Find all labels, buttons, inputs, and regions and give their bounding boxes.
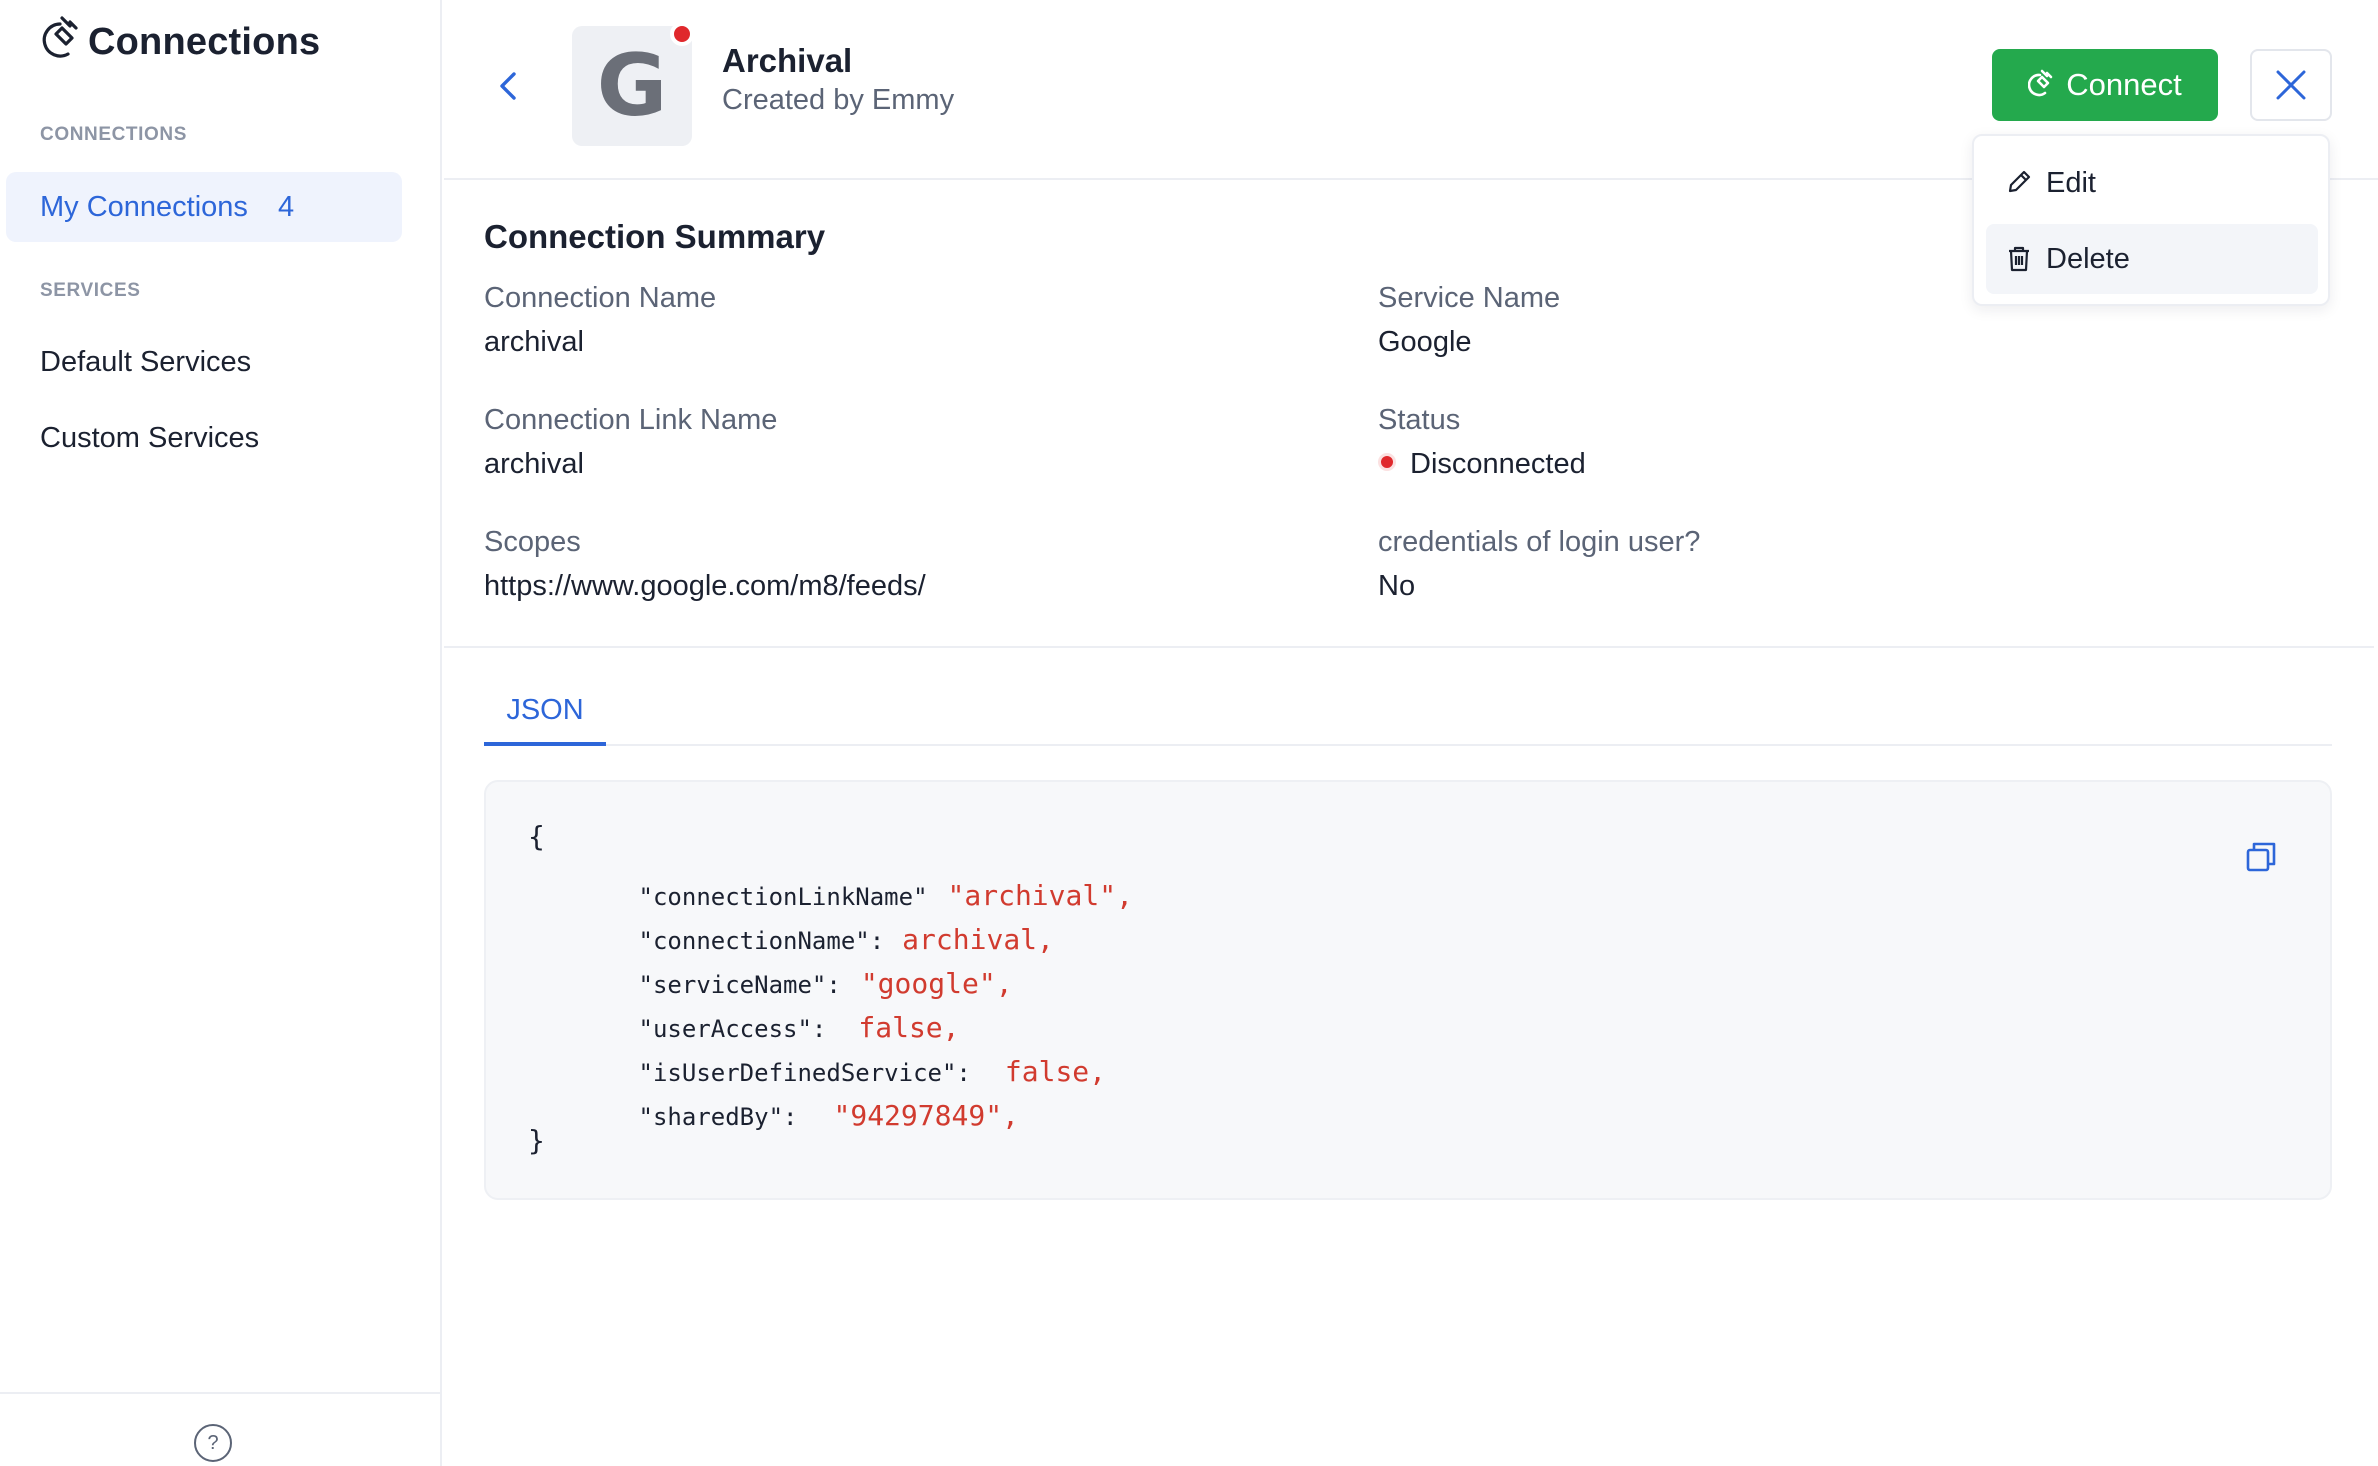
- service-name-value: Google: [1378, 326, 1472, 358]
- scopes-label: Scopes: [484, 526, 581, 558]
- credentials-label: credentials of login user?: [1378, 526, 1701, 558]
- plug-icon: [42, 16, 78, 58]
- status-text: Disconnected: [1410, 448, 1586, 480]
- connection-name-value: archival: [484, 326, 584, 358]
- tab-active-indicator: [484, 742, 606, 746]
- connection-creator: Created by Emmy: [722, 84, 955, 116]
- sidebar-title: Connections: [88, 20, 321, 63]
- menu-item-label: Delete: [2046, 242, 2130, 275]
- link-name-label: Connection Link Name: [484, 404, 778, 436]
- connect-button[interactable]: Connect: [1992, 49, 2218, 121]
- sidebar-footer-divider: [0, 1392, 440, 1394]
- summary-title: Connection Summary: [484, 218, 826, 255]
- section-label-services: SERVICES: [40, 280, 141, 301]
- menu-item-delete[interactable]: Delete: [1986, 224, 2318, 294]
- credentials-value: No: [1378, 570, 1416, 602]
- tab-bar-divider: [484, 744, 2332, 746]
- status-label: Status: [1378, 404, 1461, 436]
- json-key: "sharedBy":: [638, 1103, 798, 1131]
- connection-title: Archival: [722, 42, 853, 79]
- actions-menu: Edit Delete: [1972, 134, 2330, 306]
- service-name-label: Service Name: [1378, 282, 1561, 314]
- json-open-brace: {: [528, 820, 545, 853]
- service-logo: G: [572, 26, 692, 146]
- help-icon[interactable]: ?: [194, 1424, 232, 1462]
- json-value: "94297849",: [833, 1099, 1019, 1132]
- sidebar-item-label: My Connections: [40, 190, 248, 223]
- sidebar: Connections CONNECTIONS My Connections 4…: [0, 0, 442, 1466]
- google-logo-icon: G: [596, 36, 668, 136]
- sidebar-item-custom-services[interactable]: Custom Services: [40, 422, 259, 455]
- status-value: Disconnected: [1378, 448, 1586, 481]
- pencil-icon: [2008, 170, 2031, 193]
- json-value: false,: [1004, 1055, 1107, 1088]
- trash-icon: [2009, 246, 2029, 272]
- sidebar-item-my-connections[interactable]: My Connections 4: [6, 172, 402, 242]
- close-icon: [2276, 70, 2306, 100]
- disconnected-indicator: [670, 22, 694, 46]
- menu-item-edit[interactable]: Edit: [1986, 148, 2318, 218]
- brand: Connections: [38, 14, 320, 70]
- plug-icon: [2028, 69, 2053, 97]
- copy-icon[interactable]: [2244, 840, 2278, 874]
- status-dot: [1378, 453, 1396, 472]
- json-line: "sharedBy": "94297849",: [600, 1080, 1019, 1151]
- json-close-brace: }: [528, 1124, 545, 1157]
- sidebar-item-default-services[interactable]: Default Services: [40, 346, 251, 379]
- close-button[interactable]: [2250, 49, 2332, 121]
- link-name-value: archival: [484, 448, 584, 480]
- section-label-connections: CONNECTIONS: [40, 124, 187, 145]
- connect-button-label: Connect: [2066, 67, 2182, 102]
- tab-json[interactable]: JSON: [484, 694, 606, 746]
- connections-count-badge: 4: [277, 190, 295, 223]
- connection-name-label: Connection Name: [484, 282, 717, 314]
- menu-item-label: Edit: [2046, 166, 2096, 199]
- scopes-value: https://www.google.com/m8/feeds/: [484, 570, 926, 602]
- back-chevron-icon[interactable]: [494, 66, 524, 106]
- json-viewer: { "connectionLinkName" "archival", "conne…: [484, 780, 2332, 1200]
